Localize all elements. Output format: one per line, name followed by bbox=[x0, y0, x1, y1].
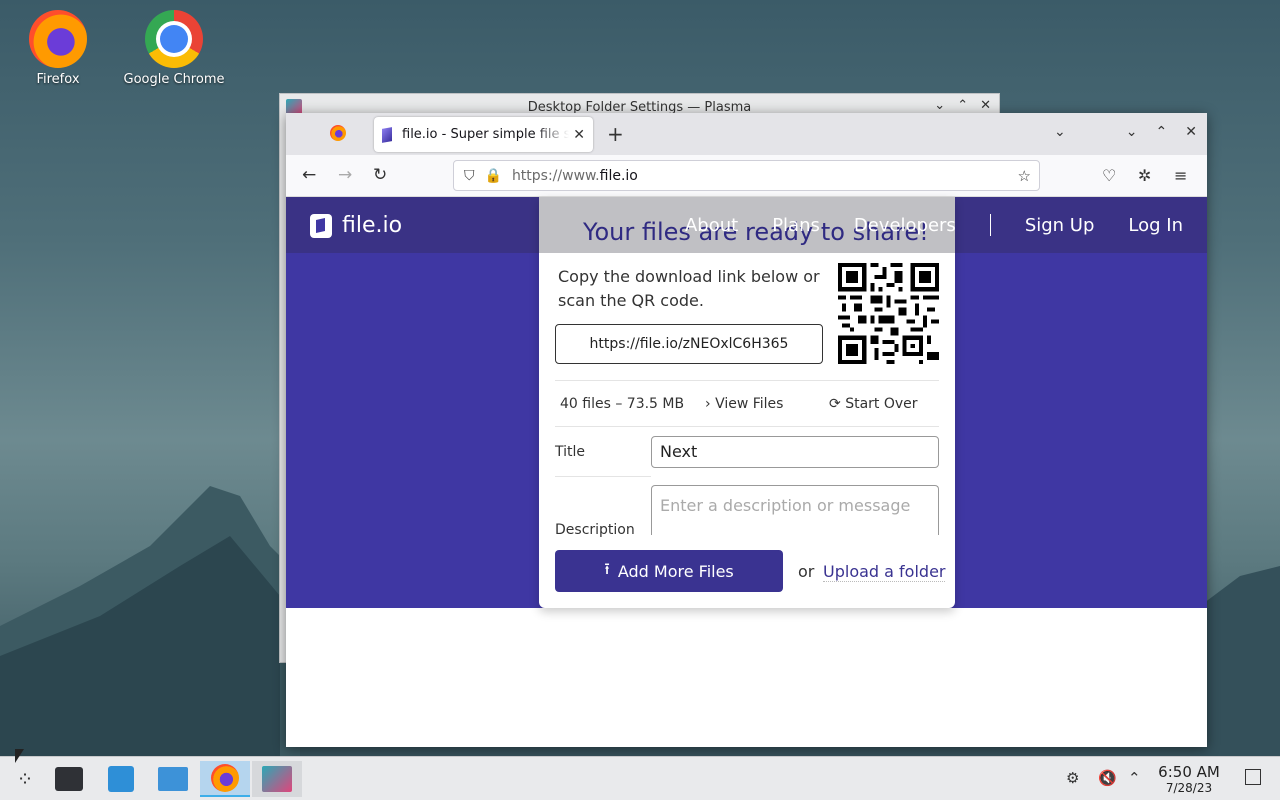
fileio-favicon-icon bbox=[382, 126, 392, 143]
desktop-icon-firefox[interactable]: Firefox bbox=[3, 10, 113, 87]
lock-icon[interactable]: 🔒 bbox=[485, 168, 502, 184]
taskbar-plasma-settings[interactable] bbox=[252, 761, 302, 797]
close-icon[interactable]: ✕ bbox=[573, 127, 585, 143]
title-input[interactable]: Next bbox=[651, 436, 939, 468]
app-launcher-button[interactable]: ⁘ bbox=[0, 761, 50, 797]
divider bbox=[555, 380, 939, 381]
plasma-app-icon bbox=[262, 766, 292, 792]
url-prefix: https://www. bbox=[511, 167, 600, 184]
taskbar-file-manager[interactable] bbox=[148, 761, 198, 797]
shield-icon[interactable]: ⛉ bbox=[464, 168, 475, 184]
logo-text: file.io bbox=[342, 213, 403, 238]
extensions-icon[interactable]: ✲ bbox=[1138, 166, 1151, 185]
copy-instructions: Copy the download link below or scan the… bbox=[558, 267, 820, 310]
firefox-window[interactable]: file.io - Super simple file sharing ✕ + … bbox=[286, 113, 1207, 747]
desktop-icon-chrome[interactable]: Google Chrome bbox=[119, 10, 229, 87]
clock[interactable]: 6:50 AM 7/28/23 bbox=[1149, 763, 1229, 795]
nav-divider bbox=[989, 214, 991, 236]
navigation-toolbar: ← → ↻ ⛉ 🔒 https://www. file.io ☆ ♡ ✲ ≡ bbox=[286, 155, 1207, 197]
back-arrow-icon[interactable]: ← bbox=[302, 165, 316, 185]
system-settings-icon bbox=[55, 767, 83, 791]
tab-fileio[interactable]: file.io - Super simple file sharing ✕ bbox=[374, 117, 593, 152]
close-icon[interactable]: ✕ bbox=[980, 98, 991, 113]
add-more-files-label: Add More Files bbox=[617, 561, 734, 581]
start-over-link[interactable]: ⟳ Start Over bbox=[829, 396, 918, 412]
page-content: file.io Your files are ready to share! C… bbox=[286, 197, 1207, 747]
discover-store-icon bbox=[108, 766, 134, 792]
launcher-icon: ⁘ bbox=[16, 767, 34, 791]
maximize-icon[interactable]: ⌃ bbox=[957, 98, 968, 113]
tab-bar: file.io - Super simple file sharing ✕ + … bbox=[286, 113, 1207, 155]
upload-folder-link[interactable]: Upload a folder bbox=[823, 562, 946, 582]
nav-plans[interactable]: Plans bbox=[772, 215, 820, 236]
share-card: Your files are ready to share! Copy the … bbox=[539, 197, 955, 608]
chevron-down-icon[interactable]: ⌄ bbox=[1054, 124, 1066, 140]
view-files-link[interactable]: › View Files bbox=[705, 396, 783, 412]
desktop-icon-label: Google Chrome bbox=[123, 72, 225, 87]
description-textarea[interactable]: Enter a description or message bbox=[651, 485, 939, 535]
volume-muted-icon[interactable]: 🔇 bbox=[1098, 769, 1117, 787]
maximize-icon[interactable]: ⌃ bbox=[1156, 124, 1168, 140]
upload-icon: ⭱ bbox=[604, 558, 610, 578]
title-label: Title bbox=[555, 444, 586, 460]
firefox-icon bbox=[211, 764, 239, 792]
forward-arrow-icon[interactable]: → bbox=[338, 165, 352, 185]
mouse-cursor-icon bbox=[15, 749, 24, 763]
add-more-files-button[interactable]: ⭱ Add More Files bbox=[555, 550, 783, 592]
chevron-right-icon: › bbox=[705, 396, 711, 412]
url-domain: file.io bbox=[599, 167, 638, 184]
minimize-icon[interactable]: ⌄ bbox=[1126, 124, 1138, 140]
chevron-down-icon[interactable]: ⌄ bbox=[934, 98, 945, 113]
clock-time: 6:50 AM bbox=[1158, 763, 1220, 781]
pocket-icon[interactable]: ♡ bbox=[1102, 166, 1116, 185]
or-text: or bbox=[798, 562, 815, 581]
bookmark-star-icon[interactable]: ☆ bbox=[1018, 167, 1031, 185]
divider bbox=[555, 426, 939, 427]
taskbar: ⁘ ⚙ 🔇 ⌃ 6:50 AM 7/28/23 bbox=[0, 756, 1280, 800]
chrome-icon bbox=[145, 10, 203, 68]
taskbar-firefox[interactable] bbox=[200, 761, 250, 797]
divider bbox=[555, 476, 651, 477]
nav-developers[interactable]: Developers bbox=[854, 215, 956, 236]
view-files-label: View Files bbox=[715, 396, 784, 412]
firefox-view-icon[interactable] bbox=[330, 125, 346, 141]
url-bar[interactable]: ⛉ 🔒 https://www. file.io ☆ bbox=[453, 160, 1040, 191]
fileio-logo-icon bbox=[310, 213, 332, 238]
site-nav: About Plans Developers Sign Up Log In bbox=[651, 214, 1183, 236]
close-icon[interactable]: ✕ bbox=[1185, 124, 1197, 140]
folder-icon bbox=[158, 767, 188, 791]
show-desktop-icon[interactable] bbox=[1245, 769, 1261, 785]
files-summary: 40 files – 73.5 MB bbox=[560, 396, 685, 412]
tab-title: file.io - Super simple file sharing bbox=[402, 127, 570, 142]
menu-icon[interactable]: ≡ bbox=[1174, 166, 1187, 185]
clock-date: 7/28/23 bbox=[1165, 781, 1213, 795]
network-icon[interactable]: ⚙ bbox=[1066, 769, 1079, 787]
download-link-field[interactable]: https://file.io/zNEOxlC6H365 bbox=[555, 324, 823, 364]
fileio-logo[interactable]: file.io bbox=[310, 213, 402, 238]
taskbar-system-settings[interactable] bbox=[44, 761, 94, 797]
description-label: Description bbox=[555, 522, 635, 538]
qr-code bbox=[838, 263, 939, 364]
chevron-up-icon[interactable]: ⌃ bbox=[1128, 769, 1141, 787]
nav-about[interactable]: About bbox=[685, 215, 738, 236]
nav-sign-up[interactable]: Sign Up bbox=[1025, 215, 1095, 236]
nav-log-in[interactable]: Log In bbox=[1128, 215, 1183, 236]
start-over-label: Start Over bbox=[845, 396, 918, 412]
refresh-icon: ⟳ bbox=[829, 396, 841, 412]
firefox-icon bbox=[29, 10, 87, 68]
desktop-icon-label: Firefox bbox=[36, 72, 80, 87]
taskbar-discover[interactable] bbox=[96, 761, 146, 797]
reload-icon[interactable]: ↻ bbox=[373, 165, 387, 185]
new-tab-button[interactable]: + bbox=[607, 122, 624, 146]
